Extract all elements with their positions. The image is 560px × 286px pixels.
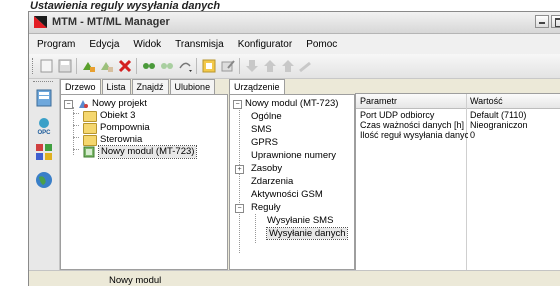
device-tree: − Nowy modul (MT-723) Ogólne SMS GPRS Up… [229, 94, 355, 270]
pencil-icon[interactable] [298, 58, 314, 74]
toolbar-separator [196, 58, 197, 74]
menu-widok[interactable]: Widok [133, 39, 161, 50]
device-item-zdarzenia[interactable]: Zdarzenia [251, 176, 293, 188]
tree-node-label: Pompownia [100, 122, 150, 133]
toolbar-separator [76, 58, 77, 74]
connect-icon[interactable] [81, 58, 97, 74]
rule-item-sms[interactable]: Wysyłanie SMS [267, 215, 333, 227]
arrow-dropdown-icon[interactable] [177, 58, 193, 74]
project-tree: − Nowy projekt Obiekt 3 Pompownia Sterow… [60, 94, 228, 270]
tree-node-label: Reguły [251, 202, 281, 213]
param-value[interactable]: 0 [470, 130, 560, 140]
menu-konfigurator[interactable]: Konfigurator [238, 39, 292, 50]
device-item-gprs[interactable]: GPRS [251, 137, 278, 149]
maximize-icon [555, 18, 560, 27]
menu-pomoc[interactable]: Pomoc [306, 39, 337, 50]
param-name: Ilość reguł wysyłania danych [360, 130, 468, 140]
device-item-sms[interactable]: SMS [251, 124, 272, 136]
project-root-icon [79, 100, 88, 108]
param-name: Czas ważności danych [h] [360, 120, 464, 130]
device-item-aktywnosci[interactable]: Aktywności GSM [251, 189, 323, 201]
toolbar [29, 54, 560, 79]
column-header-wartosc[interactable]: Wartość [470, 96, 503, 106]
toolbar-separator [136, 58, 137, 74]
save-icon[interactable] [57, 58, 73, 74]
rule-item-dane[interactable]: Wysyłanie danych [265, 227, 349, 240]
tab-ulubione[interactable]: Ulubione [169, 79, 216, 94]
folder-icon [83, 111, 97, 122]
tree-node-label: Wysyłanie danych [265, 227, 349, 240]
upload-icon[interactable] [262, 58, 278, 74]
tree-node-label: Nowy modul (MT-723) [97, 145, 198, 159]
left-icon-strip: OPC [29, 79, 60, 270]
tab-lista[interactable]: Lista [101, 79, 131, 94]
toolbar-grip [32, 58, 35, 74]
middle-panel: Urządzenie − Nowy modul (MT-723) Ogólne … [229, 79, 355, 270]
edit-icon[interactable] [220, 58, 236, 74]
device-item-ogolne[interactable]: Ogólne [251, 111, 282, 123]
title-bar: MTM - MT/ML Manager [29, 12, 560, 34]
menu-transmisja[interactable]: Transmisja [175, 39, 224, 50]
folder-icon [83, 123, 97, 134]
open-icon[interactable] [201, 58, 217, 74]
table-row[interactable]: Port UDP odbiorcy Default (7110) [356, 110, 560, 120]
param-name: Port UDP odbiorcy [360, 110, 435, 120]
column-header-parametr[interactable]: Parametr [360, 96, 397, 106]
table-row[interactable]: Ilość reguł wysyłania danych 0 [356, 130, 560, 140]
opc-icon[interactable]: OPC [34, 116, 54, 136]
param-value[interactable]: Nieograniczon [470, 120, 560, 130]
tab-drzewo[interactable]: Drzewo [60, 79, 101, 95]
menu-program[interactable]: Program [37, 39, 75, 50]
collapse-icon[interactable]: − [233, 100, 242, 109]
menu-bar: Program Edycja Widok Transmisja Konfigur… [29, 34, 560, 54]
app-logo-icon [34, 16, 47, 28]
maximize-button[interactable] [551, 15, 560, 28]
module-icon [83, 146, 95, 158]
tree-node-label: Nowy projekt [92, 98, 147, 109]
tree-node-label: Obiekt 3 [100, 110, 136, 121]
tree-node-label: Sterownia [100, 134, 143, 145]
toolbar-separator [239, 58, 240, 74]
tree-node-label: Zasoby [251, 163, 283, 174]
globe-icon[interactable] [34, 170, 54, 190]
menu-edycja[interactable]: Edycja [89, 39, 119, 50]
upload-alt-icon[interactable] [280, 58, 296, 74]
sync-alt-icon[interactable] [159, 58, 175, 74]
project-icon[interactable] [34, 88, 54, 108]
app-window: MTM - MT/ML Manager Program Edycja Widok… [28, 11, 560, 286]
minimize-icon [539, 22, 545, 24]
new-icon[interactable] [39, 58, 55, 74]
tab-znajdz[interactable]: Znajdź [131, 79, 169, 94]
table-row[interactable]: Czas ważności danych [h] Nieograniczon [356, 120, 560, 130]
expand-icon[interactable]: + [235, 165, 244, 174]
strip-grip [33, 81, 53, 84]
parameter-grid: Parametr Wartość Port UDP odbiorcy Defau… [355, 93, 560, 272]
svg-text:OPC: OPC [37, 130, 51, 136]
minimize-button[interactable] [535, 15, 549, 28]
download-icon[interactable] [244, 58, 260, 74]
status-bar: Nowy modul [29, 270, 560, 286]
tree-node-label: Nowy modul (MT-723) [245, 98, 339, 109]
left-panel: Drzewo Lista Znajdź Ulubione − Nowy proj… [60, 79, 228, 270]
collapse-icon[interactable]: − [64, 100, 73, 109]
disconnect-icon[interactable] [99, 58, 115, 74]
device-item-uprawnione[interactable]: Uprawnione numery [251, 150, 336, 162]
sync-icon[interactable] [141, 58, 157, 74]
modules-icon[interactable] [34, 142, 54, 162]
window-title: MTM - MT/ML Manager [52, 16, 170, 28]
tab-urzadzenie[interactable]: Urządzenie [229, 79, 285, 95]
folder-icon [83, 135, 97, 146]
screenshot: Ustawienia reguly wysyłania danych MTM -… [0, 0, 560, 286]
collapse-icon[interactable]: − [235, 204, 244, 213]
param-value[interactable]: Default (7110) [470, 110, 560, 120]
delete-icon[interactable] [117, 58, 133, 74]
status-text: Nowy modul [109, 275, 162, 286]
grid-header: Parametr Wartość [356, 94, 560, 109]
